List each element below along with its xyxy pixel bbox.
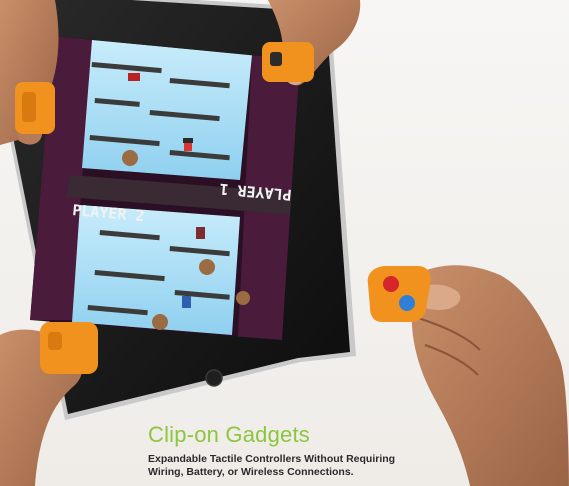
blue-button-icon[interactable] <box>399 295 415 311</box>
caption-subtitle-line-2: Wiring, Battery, or Wireless Connections… <box>148 466 354 478</box>
gadget-right-controller[interactable] <box>367 266 431 322</box>
caption-subtitle-line-1: Expandable Tactile Controllers Without R… <box>148 453 396 465</box>
gadget-button-icon[interactable] <box>270 52 282 66</box>
photo: PLAYER 2 PLAYER 1 Clip-on Gadgets Expand… <box>0 0 569 486</box>
gadget-bottom-left[interactable] <box>40 322 98 374</box>
red-button-icon[interactable] <box>383 276 399 292</box>
gadget-top-left[interactable] <box>15 82 55 134</box>
gadget-top-right[interactable] <box>262 42 314 82</box>
scene-illustration: PLAYER 2 PLAYER 1 <box>0 0 569 486</box>
caption-subtitle: Expandable Tactile Controllers Without R… <box>148 453 395 479</box>
caption-title: Clip-on Gadgets <box>148 422 310 447</box>
home-button-icon <box>205 369 223 387</box>
